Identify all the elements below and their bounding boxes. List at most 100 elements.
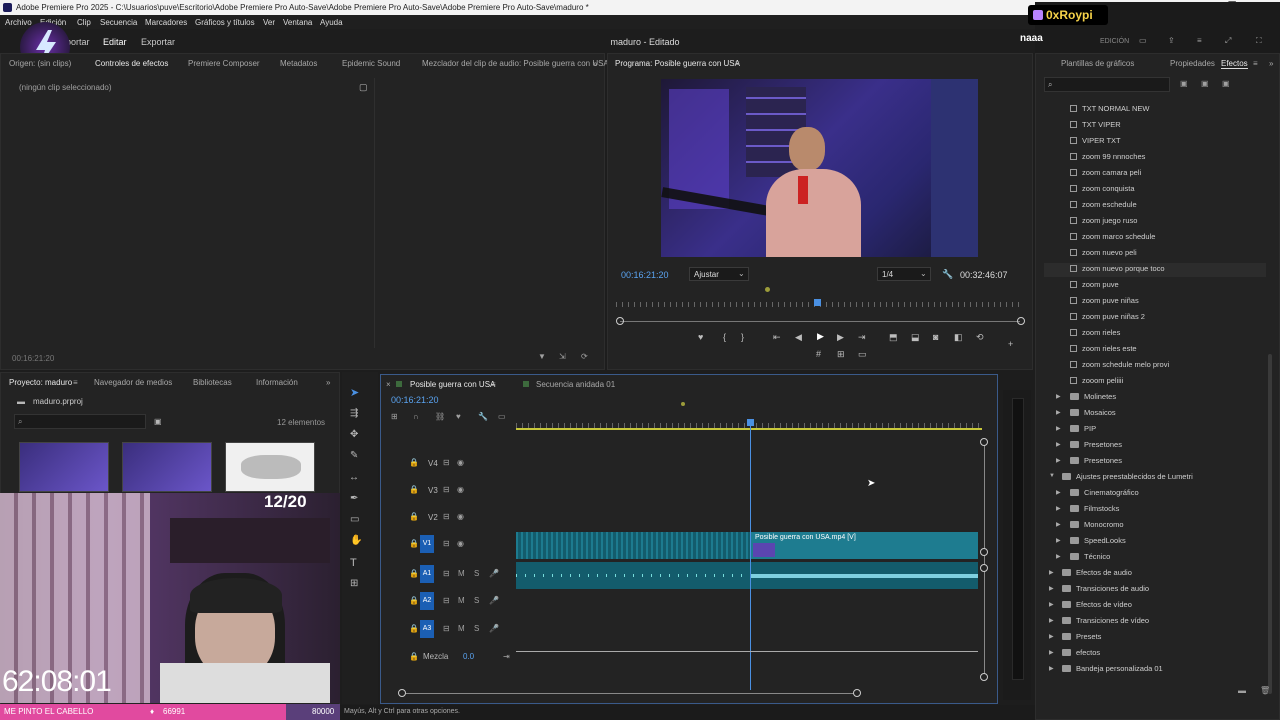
effects-folder-lumetri[interactable]: Ajustes preestablecidos de Lumetri bbox=[1062, 472, 1193, 481]
effect-preset-item[interactable]: zoom puve niñas 2 bbox=[1070, 312, 1145, 321]
effect-preset-item[interactable]: zoom rieles este bbox=[1070, 344, 1137, 353]
effect-preset-item[interactable]: TXT NORMAL NEW bbox=[1070, 104, 1150, 113]
mute-icon[interactable]: M bbox=[458, 624, 465, 633]
add-marker-icon[interactable]: ♥ bbox=[698, 332, 703, 342]
fit-dropdown[interactable]: Ajustar ⌄ bbox=[689, 267, 749, 281]
expand-arrow-icon[interactable]: ▶ bbox=[1049, 649, 1054, 656]
sync-lock-icon[interactable]: ⊟ bbox=[443, 485, 450, 494]
mark-in-icon[interactable]: { bbox=[723, 332, 726, 342]
comparison-icon[interactable]: ◧ bbox=[954, 332, 963, 343]
go-to-in-icon[interactable]: ⇤ bbox=[773, 332, 781, 343]
mic-icon[interactable]: 🎤 bbox=[489, 596, 499, 605]
zoom-handle-left[interactable] bbox=[616, 317, 624, 325]
expand-arrow-icon[interactable]: ▶ bbox=[1049, 617, 1054, 624]
menu-ventana[interactable]: Ventana bbox=[283, 18, 312, 27]
expand-arrow-icon[interactable]: ▶ bbox=[1049, 569, 1054, 576]
tab-origen[interactable]: Origen: (sin clips) bbox=[9, 59, 71, 68]
new-bin-icon[interactable]: ▣ bbox=[154, 417, 162, 426]
wrench-icon[interactable]: 🔧 bbox=[942, 269, 953, 280]
project-search-input[interactable]: ⌕ bbox=[14, 414, 146, 429]
tab-navegador-medios[interactable]: Navegador de medios bbox=[94, 378, 172, 387]
sync-lock-icon[interactable]: ⊟ bbox=[443, 624, 450, 633]
solo-icon[interactable]: S bbox=[474, 624, 479, 633]
track-label-v2[interactable]: V2 bbox=[428, 513, 438, 522]
type-icon[interactable]: T bbox=[350, 557, 357, 569]
ripple-edit-icon[interactable]: ✥ bbox=[350, 429, 358, 440]
effects-folder[interactable]: Presetones bbox=[1070, 456, 1122, 465]
filter-icon[interactable]: ▼ bbox=[538, 352, 546, 361]
eye-icon[interactable]: ◉ bbox=[457, 458, 464, 467]
linked-selection-icon[interactable]: ⛓ bbox=[435, 412, 445, 421]
effect-preset-item[interactable]: zoom schedule melo provi bbox=[1070, 360, 1169, 369]
effects-folder[interactable]: Bandeja personalizada 01 bbox=[1062, 664, 1163, 673]
mic-icon[interactable]: 🎤 bbox=[489, 569, 499, 578]
tab-sequence-main[interactable]: Posible guerra con USA bbox=[410, 380, 495, 389]
menu-clip[interactable]: Clip bbox=[77, 18, 91, 27]
media-thumbnail-map[interactable] bbox=[225, 442, 315, 492]
effects-folder[interactable]: Monocromo bbox=[1070, 520, 1124, 529]
nest-icon[interactable]: ⊞ bbox=[391, 412, 398, 421]
wrench-icon[interactable]: 🔧 bbox=[478, 412, 488, 421]
rectangle-icon[interactable]: ▭ bbox=[350, 514, 359, 525]
menu-graficos[interactable]: Gráficos y títulos bbox=[195, 18, 255, 27]
play-icon[interactable]: ▶ bbox=[817, 331, 824, 342]
expand-arrow-icon[interactable]: ▶ bbox=[1056, 457, 1061, 464]
mix-value[interactable]: 0.0 bbox=[463, 652, 474, 661]
add-marker-icon[interactable]: ♥ bbox=[456, 412, 461, 421]
zoom-handle-right[interactable] bbox=[1017, 317, 1025, 325]
effects-folder[interactable]: Filmstocks bbox=[1070, 504, 1119, 513]
quality-dropdown[interactable]: 1/4 ⌄ bbox=[877, 267, 931, 281]
vertical-zoom-handle[interactable] bbox=[980, 673, 988, 681]
snap-icon[interactable]: ∩ bbox=[413, 412, 419, 421]
pen-icon[interactable]: ✒ bbox=[350, 493, 358, 504]
lock-icon[interactable]: 🔒 bbox=[409, 652, 419, 661]
expand-arrow-icon[interactable]: ▶ bbox=[1049, 665, 1054, 672]
settings-icon[interactable]: ⟳ bbox=[581, 352, 588, 361]
lock-icon[interactable]: 🔒 bbox=[409, 624, 419, 633]
tab-controles-efectos[interactable]: Controles de efectos bbox=[95, 59, 168, 68]
effect-preset-item[interactable]: zoom puve niñas bbox=[1070, 296, 1139, 305]
zoom-bar[interactable] bbox=[620, 321, 1020, 322]
tab-metadatos[interactable]: Metadatos bbox=[280, 59, 317, 68]
project-menu-icon[interactable]: ≡ bbox=[73, 378, 78, 387]
razor-icon[interactable]: ✎ bbox=[350, 450, 358, 461]
panel-overflow-icon[interactable]: » bbox=[1269, 59, 1273, 68]
tab-mezclador-audio[interactable]: Mezclador del clip de audio: Posible gue… bbox=[422, 59, 609, 68]
timeline-menu-icon[interactable]: ≡ bbox=[491, 380, 496, 389]
captions-icon[interactable]: ▭ bbox=[498, 412, 506, 421]
effects-menu-icon[interactable]: ≡ bbox=[1253, 59, 1258, 68]
expand-arrow-icon[interactable]: ▶ bbox=[1056, 409, 1061, 416]
effects-search-input[interactable]: ⌕ bbox=[1044, 77, 1170, 92]
track-label-v4[interactable]: V4 bbox=[428, 459, 438, 468]
solo-icon[interactable]: S bbox=[474, 569, 479, 578]
tab-proyecto[interactable]: Proyecto: maduro bbox=[9, 378, 72, 387]
expand-arrow-icon[interactable]: ▶ bbox=[1056, 521, 1061, 528]
effect-preset-item[interactable]: zoom nuevo porque toco bbox=[1070, 264, 1165, 273]
media-thumbnail[interactable] bbox=[19, 442, 109, 492]
share-icon[interactable]: ⇪ bbox=[1168, 36, 1175, 45]
expand-arrow-icon[interactable]: ▶ bbox=[1056, 425, 1061, 432]
track-label-v1[interactable]: V1 bbox=[420, 535, 434, 553]
new-bin-icon[interactable]: ▬ bbox=[1238, 686, 1246, 695]
panel-toggle-icon[interactable]: ▢ bbox=[359, 82, 368, 93]
audio-clip-before[interactable] bbox=[516, 562, 750, 589]
menu-ver[interactable]: Ver bbox=[263, 18, 275, 27]
effects-folder[interactable]: Presetones bbox=[1070, 440, 1122, 449]
panel-overflow-icon[interactable]: » bbox=[593, 59, 597, 68]
effects-folder[interactable]: efectos bbox=[1062, 648, 1100, 657]
expand-arrow-icon[interactable]: ▶ bbox=[1056, 553, 1061, 560]
effect-preset-item[interactable]: zoom conquista bbox=[1070, 184, 1135, 193]
expand-arrow-icon[interactable]: ▶ bbox=[1049, 585, 1054, 592]
effect-preset-item[interactable]: VIPER TXT bbox=[1070, 136, 1121, 145]
effects-folder[interactable]: SpeedLooks bbox=[1070, 536, 1126, 545]
menu-marcadores[interactable]: Marcadores bbox=[145, 18, 187, 27]
horizontal-zoom-bar[interactable] bbox=[401, 693, 856, 694]
effects-folder[interactable]: Técnico bbox=[1070, 552, 1110, 561]
lift-icon[interactable]: ⬒ bbox=[889, 332, 898, 343]
camera-icon[interactable]: ◙ bbox=[933, 332, 938, 342]
tab-informacion[interactable]: Información bbox=[256, 378, 298, 387]
panel-layout-icon[interactable]: ▭ bbox=[1139, 36, 1147, 45]
lock-icon[interactable]: 🔒 bbox=[409, 569, 419, 578]
hand-icon[interactable]: ✋ bbox=[350, 535, 362, 546]
effects-folder[interactable]: Transiciones de audio bbox=[1062, 584, 1149, 593]
